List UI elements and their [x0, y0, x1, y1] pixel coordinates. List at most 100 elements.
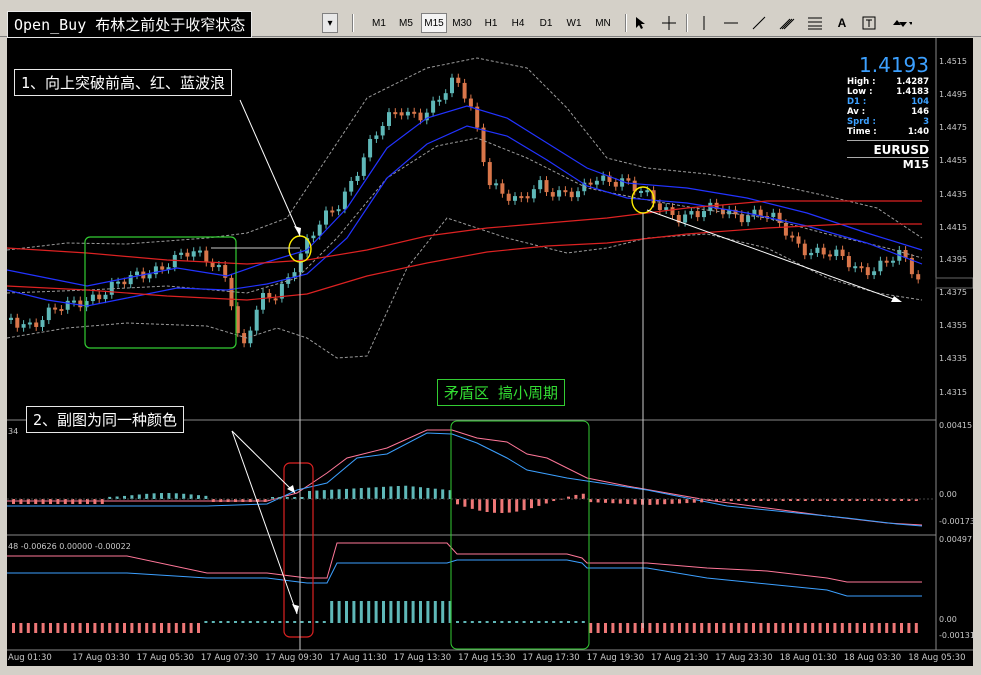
sub1-histogram-bar: [322, 490, 326, 499]
price-tick-label: 1.4355: [939, 321, 967, 330]
sub1-histogram-bar: [433, 488, 437, 499]
sub1-tick-label: 0.00415: [939, 421, 973, 430]
timeframe-m30-button[interactable]: M30: [449, 13, 475, 33]
sub1-histogram-bar: [478, 499, 482, 511]
time-tick-label: 18 Aug 01:30: [779, 653, 837, 663]
sub2-histogram-bar: [515, 621, 519, 623]
sub2-histogram-bar: [552, 621, 556, 623]
timeframe-m5-button[interactable]: M5: [393, 13, 419, 33]
timeframe-mn-button[interactable]: MN: [590, 13, 616, 33]
sub2-histogram-bar: [692, 623, 696, 633]
candle-body: [771, 212, 776, 217]
sub1-histogram-bar: [404, 485, 408, 499]
text-label-icon[interactable]: [858, 13, 880, 33]
annotation-arrow-line: [231, 430, 296, 494]
candle-body: [853, 266, 858, 269]
timeframe-m1-button[interactable]: M1: [366, 13, 392, 33]
channel-icon[interactable]: [776, 13, 798, 33]
toolbar-separator: [625, 14, 627, 32]
sub2-histogram-bar: [907, 623, 911, 633]
low-value: 1.4183: [896, 87, 929, 97]
sub2-histogram-bar: [19, 623, 23, 633]
blue-wave-upper: [7, 105, 923, 287]
sub2-histogram-bar: [93, 623, 97, 633]
trendline-icon[interactable]: [748, 13, 770, 33]
dropdown-arrow-icon[interactable]: ▾: [322, 13, 338, 33]
blue-wave-lower: [7, 125, 923, 307]
symbol-label: EURUSD: [847, 140, 929, 157]
sub1-histogram-bar: [670, 499, 674, 504]
time-tick-label: 17 Aug 07:30: [200, 653, 259, 663]
candle-body: [65, 300, 70, 310]
sub2-histogram-bar: [559, 621, 563, 623]
sub1-histogram-bar: [441, 489, 445, 499]
sub2-pink-line: [7, 542, 922, 583]
sub2-histogram-bar: [537, 621, 541, 623]
sub2-histogram-bar: [463, 621, 467, 623]
vertical-line-icon[interactable]: [694, 13, 714, 33]
candle-body: [821, 247, 826, 255]
sub2-histogram-bar: [130, 623, 134, 633]
candle-body: [513, 196, 517, 201]
d1-value: 104: [911, 97, 929, 107]
candle-body: [746, 215, 751, 223]
price-tick-label: 1.4415: [939, 223, 967, 232]
crosshair-icon[interactable]: [658, 13, 680, 33]
sub1-histogram-bar: [411, 486, 415, 499]
annotation-breakout: 1、向上突破前高、红、蓝波浪: [14, 69, 233, 96]
sub1-histogram-bar: [26, 499, 30, 504]
sub1-histogram-bar: [500, 499, 504, 513]
candle-body: [311, 235, 316, 239]
timeframe-h1-button[interactable]: H1: [478, 13, 504, 33]
candle-body: [135, 271, 139, 276]
timeframe-m15-button[interactable]: M15: [421, 13, 447, 33]
cursor-icon[interactable]: [630, 13, 652, 33]
sprd-label: Sprd :: [847, 117, 876, 127]
candle-body: [683, 214, 688, 223]
candle-body: [487, 162, 492, 186]
candle-body: [387, 112, 391, 126]
sub1-histogram-bar: [345, 488, 348, 499]
current-price: 1.4193: [859, 53, 929, 77]
info-panel: 1.4193 High :1.4287 Low :1.4183 D1 :104 …: [847, 53, 929, 171]
candle-body: [261, 292, 265, 310]
timeframe-label: M15: [847, 157, 929, 171]
timeframe-h4-button[interactable]: H4: [505, 13, 531, 33]
chart-area[interactable]: 1.4515 1.4495 1.4475 1.4455 1.4435 1.4415 1.43…: [7, 11, 975, 666]
sub2-histogram-bar: [774, 623, 778, 633]
sub1-histogram-bar: [678, 499, 681, 504]
sub2-histogram-bar: [352, 601, 356, 623]
sub2-histogram-bar: [182, 623, 186, 633]
candle-body: [828, 254, 832, 257]
sub1-histogram-bar: [685, 499, 689, 504]
sub1-histogram-bar: [315, 490, 319, 499]
fibonacci-icon[interactable]: [804, 13, 826, 33]
timeframe-w1-button[interactable]: W1: [561, 13, 587, 33]
candle-body: [9, 317, 13, 320]
sub1-histogram-bar: [522, 499, 526, 511]
candle-body: [15, 317, 20, 328]
candle-body: [450, 77, 454, 94]
sub1-histogram-bar: [663, 499, 667, 505]
candle-body: [216, 265, 221, 268]
timeframe-d1-button[interactable]: D1: [533, 13, 559, 33]
candle-body: [78, 300, 83, 308]
text-tool-icon[interactable]: A: [832, 13, 852, 33]
candle-body: [405, 111, 410, 116]
sub2-histogram-bar: [729, 623, 733, 633]
price-tick-label: 1.4375: [939, 288, 967, 297]
arrows-tool-icon[interactable]: [886, 13, 916, 33]
candle-body: [90, 294, 95, 302]
candle-body: [204, 250, 209, 263]
candle-body: [613, 181, 618, 187]
candle-body: [626, 178, 631, 181]
candle-body: [393, 112, 398, 115]
sub2-histogram-bar: [100, 623, 104, 633]
horizontal-line-icon[interactable]: [720, 13, 742, 33]
candle-body: [330, 210, 335, 213]
sub2-histogram-bar: [493, 621, 496, 623]
candle-body: [468, 98, 473, 107]
candle-body: [97, 294, 102, 300]
d1-label: D1 :: [847, 97, 867, 107]
candle-body: [412, 111, 417, 114]
